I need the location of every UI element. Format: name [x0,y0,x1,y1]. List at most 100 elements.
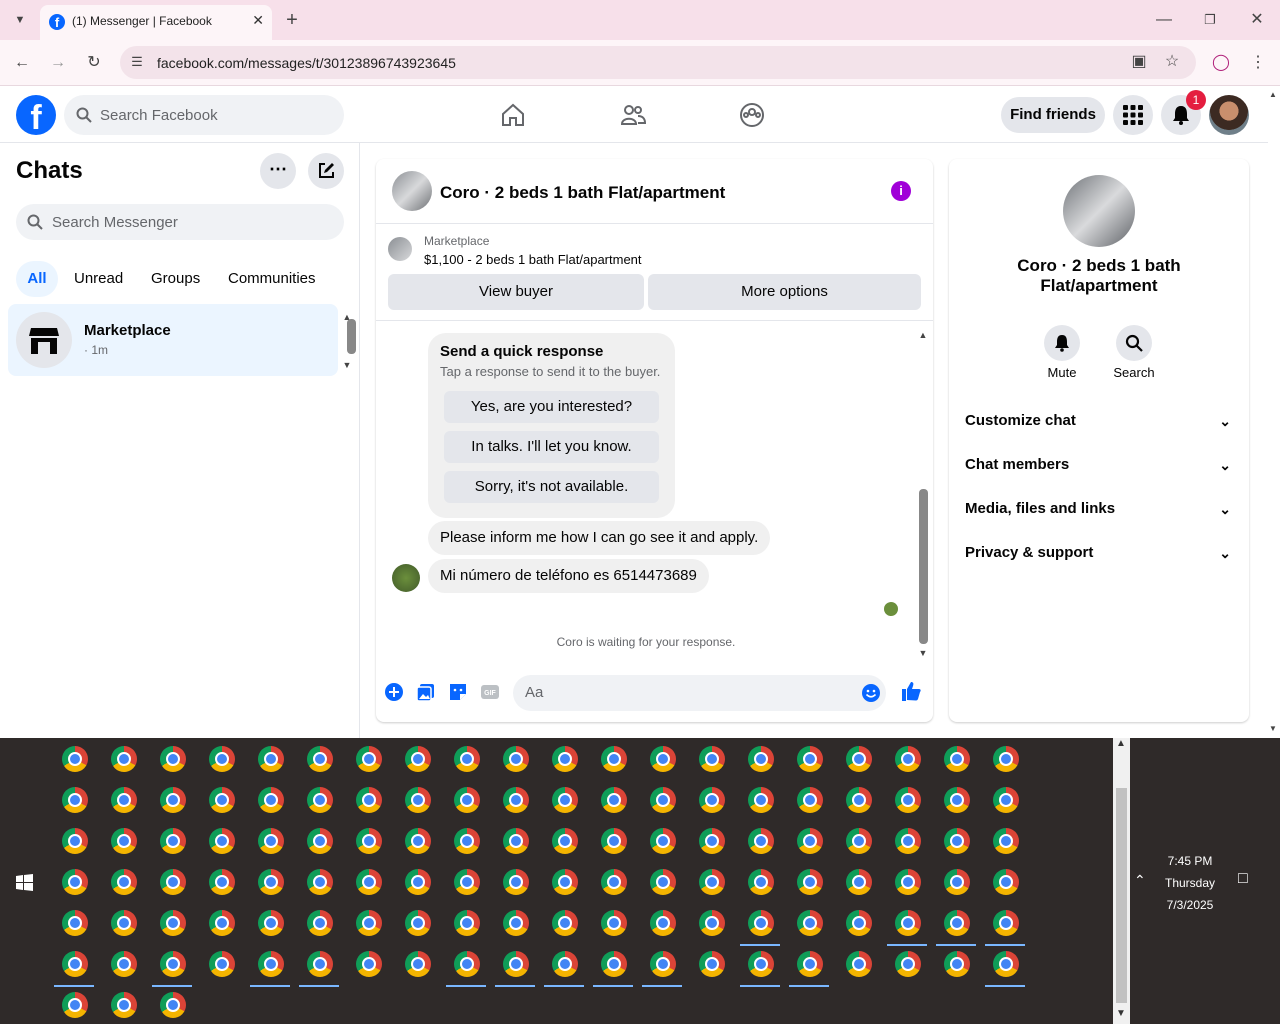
message-bubble[interactable]: Mi número de teléfono es 6514473689 [428,559,709,593]
chrome-taskbar-icon[interactable] [62,787,88,813]
chrome-taskbar-icon[interactable] [993,869,1019,895]
chrome-taskbar-icon[interactable] [552,746,578,772]
chrome-taskbar-icon[interactable] [454,869,480,895]
chrome-taskbar-icon[interactable] [62,828,88,854]
info-icon[interactable]: i [891,181,911,201]
chrome-taskbar-icon[interactable] [111,910,137,936]
profile-icon[interactable]: ◯ [1209,51,1233,75]
chrome-taskbar-icon[interactable] [454,910,480,936]
emoji-icon[interactable] [861,683,881,703]
tab-search-icon[interactable]: ▼ [8,8,32,32]
sticker-icon[interactable] [448,682,468,702]
action-center-icon[interactable]: □ [1238,870,1248,888]
chrome-taskbar-icon[interactable] [650,951,676,977]
chrome-taskbar-icon[interactable] [209,828,235,854]
chrome-taskbar-icon[interactable] [944,869,970,895]
sender-avatar[interactable] [392,564,420,592]
chrome-taskbar-icon[interactable] [405,951,431,977]
chrome-taskbar-icon[interactable] [552,951,578,977]
chat-scroll-down-icon[interactable]: ▼ [916,641,930,665]
chrome-taskbar-icon[interactable] [258,828,284,854]
sidebar-scrollbar[interactable] [347,319,356,354]
chrome-taskbar-icon[interactable] [552,869,578,895]
chrome-taskbar-icon[interactable] [160,828,186,854]
page-scroll-down-icon[interactable]: ▼ [1266,722,1280,736]
chrome-taskbar-icon[interactable] [503,787,529,813]
chrome-taskbar-icon[interactable] [650,869,676,895]
chrome-taskbar-icon[interactable] [797,951,823,977]
chrome-taskbar-icon[interactable] [356,869,382,895]
media-files-links-section[interactable]: Media, files and links ⌄ [965,493,1237,525]
chrome-taskbar-icon[interactable] [552,787,578,813]
chrome-taskbar-icon[interactable] [454,828,480,854]
chrome-taskbar-icon[interactable] [160,787,186,813]
chrome-taskbar-icon[interactable] [944,828,970,854]
chrome-taskbar-icon[interactable] [699,746,725,772]
chrome-taskbar-icon[interactable] [895,828,921,854]
chrome-taskbar-icon[interactable] [258,787,284,813]
chrome-taskbar-icon[interactable] [307,746,333,772]
address-bar[interactable]: ☰ facebook.com/messages/t/30123896743923… [120,46,1196,79]
chrome-taskbar-icon[interactable] [699,828,725,854]
menu-button[interactable] [1113,95,1153,135]
chrome-taskbar-icon[interactable] [160,869,186,895]
account-avatar[interactable] [1209,95,1249,135]
chrome-taskbar-icon[interactable] [601,746,627,772]
chrome-taskbar-icon[interactable] [748,746,774,772]
quick-response-option[interactable]: Yes, are you interested? [444,391,659,423]
chrome-taskbar-icon[interactable] [503,828,529,854]
chrome-taskbar-icon[interactable] [356,828,382,854]
browser-menu-icon[interactable]: ⋮ [1246,51,1270,75]
facebook-search-input[interactable]: Search Facebook [64,95,344,135]
minimize-icon[interactable]: — [1152,8,1176,32]
chrome-taskbar-icon[interactable] [405,910,431,936]
listing-thumbnail[interactable] [388,237,412,261]
search-in-chat-button[interactable] [1116,325,1152,361]
taskbar-scrollbar[interactable]: ▲ ▼ [1113,738,1130,1024]
chrome-taskbar-icon[interactable] [552,910,578,936]
system-clock[interactable]: 7:45 PM Thursday 7/3/2025 [1150,850,1230,916]
filter-communities-tab[interactable]: Communities [228,261,316,297]
chrome-taskbar-icon[interactable] [209,869,235,895]
chrome-taskbar-icon[interactable] [650,828,676,854]
bookmark-star-icon[interactable]: ☆ [1160,50,1184,74]
chrome-taskbar-icon[interactable] [356,910,382,936]
message-bubble[interactable]: Please inform me how I can go see it and… [428,521,771,555]
chrome-taskbar-icon[interactable] [895,910,921,936]
chrome-taskbar-icon[interactable] [748,828,774,854]
taskbar-scroll-thumb[interactable] [1116,788,1127,1003]
sidebar-scroll-down-icon[interactable]: ▼ [340,353,354,377]
chrome-taskbar-icon[interactable] [454,951,480,977]
chats-options-button[interactable]: ⋯ [260,153,296,189]
chrome-taskbar-icon[interactable] [601,787,627,813]
chrome-taskbar-icon[interactable] [111,869,137,895]
filter-groups-tab[interactable]: Groups [151,261,200,297]
more-options-button[interactable]: More options [648,274,921,310]
chrome-taskbar-icon[interactable] [258,910,284,936]
chrome-taskbar-icon[interactable] [356,951,382,977]
reload-icon[interactable]: ↻ [82,51,106,75]
chrome-taskbar-icon[interactable] [846,787,872,813]
gif-icon[interactable]: GIF [480,682,500,702]
chrome-taskbar-icon[interactable] [111,828,137,854]
mute-button[interactable] [1044,325,1080,361]
chrome-taskbar-icon[interactable] [748,869,774,895]
chrome-taskbar-icon[interactable] [944,746,970,772]
chrome-taskbar-icon[interactable] [62,910,88,936]
new-message-button[interactable] [308,153,344,189]
friends-icon[interactable] [619,101,647,129]
chrome-taskbar-icon[interactable] [307,787,333,813]
like-thumb-icon[interactable] [900,680,922,702]
add-icon[interactable] [384,682,404,702]
chrome-taskbar-icon[interactable] [405,869,431,895]
view-buyer-button[interactable]: View buyer [388,274,644,310]
chrome-taskbar-icon[interactable] [356,787,382,813]
chrome-taskbar-icon[interactable] [748,787,774,813]
chrome-taskbar-icon[interactable] [699,787,725,813]
chrome-taskbar-icon[interactable] [699,869,725,895]
chat-scroll-up-icon[interactable]: ▲ [916,323,930,347]
chrome-taskbar-icon[interactable] [307,869,333,895]
install-app-icon[interactable]: ▣ [1127,50,1151,74]
chrome-taskbar-icon[interactable] [748,951,774,977]
chrome-taskbar-icon[interactable] [307,951,333,977]
